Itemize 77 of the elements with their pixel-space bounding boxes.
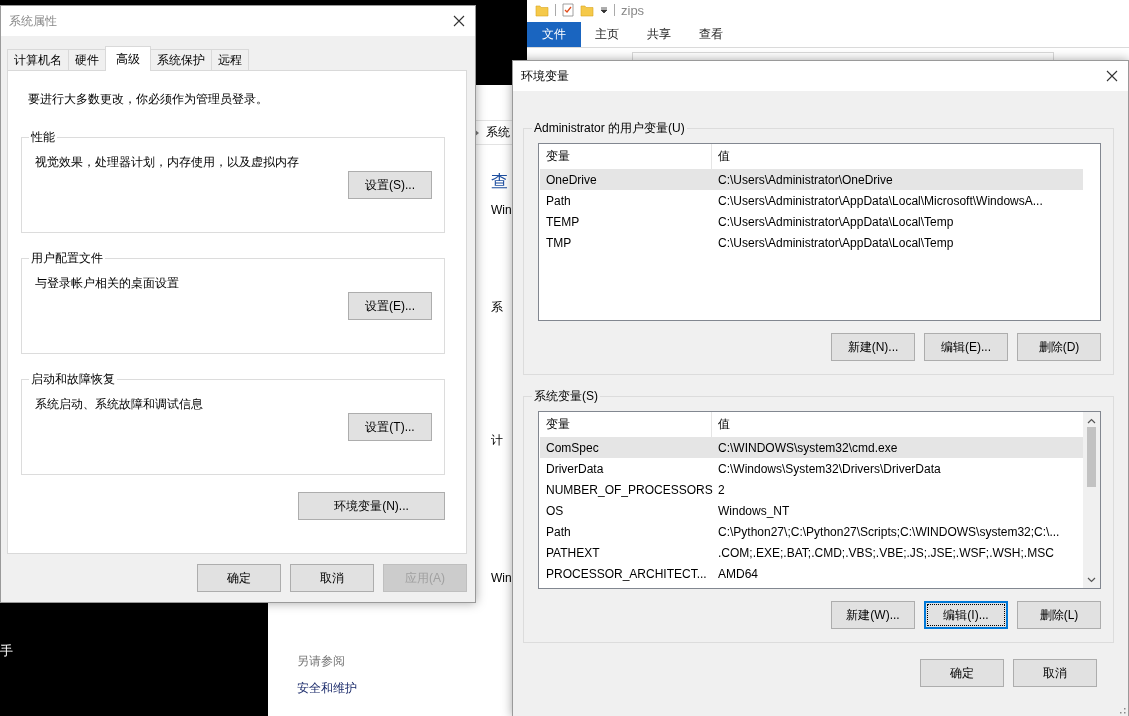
variable-value: Windows_NT [717, 503, 790, 518]
variable-name: Path [545, 193, 572, 208]
tab[interactable]: 高级 [105, 46, 151, 71]
group-title: 用户配置文件 [30, 250, 104, 267]
variable-row[interactable]: DriverData C:\Windows\System32\Drivers\DriverData [540, 458, 1083, 479]
column-header[interactable]: 值 [712, 148, 730, 165]
window-title: zips [621, 2, 645, 18]
variable-name: NUMBER_OF_PROCESSORS [545, 482, 712, 497]
variable-row[interactable]: TMP C:\Users\Administrator\AppData\Local\Temp [540, 232, 1083, 253]
settings-button[interactable]: 设置(E)... [348, 292, 432, 320]
section-label: Win [491, 203, 512, 217]
dialog-button[interactable]: 新建(W)... [831, 601, 915, 629]
variable-value: 2 [717, 482, 725, 497]
window-title: 环境变量 [521, 67, 569, 85]
variable-row[interactable]: TEMP C:\Users\Administrator\AppData\Local\Temp [540, 211, 1083, 232]
ribbon-tab[interactable]: 主页 [581, 22, 633, 47]
variable-name: TEMP [545, 214, 581, 229]
ribbon-tab[interactable]: 查看 [685, 22, 737, 47]
group-title: Administrator 的用户变量(U) [533, 120, 686, 137]
section-label: 计 [491, 432, 504, 449]
ribbon-tab[interactable]: 文件 [527, 22, 581, 47]
variable-name: PROCESSOR_ARCHITECT... [545, 566, 708, 581]
dialog-button[interactable]: 确定 [197, 564, 281, 592]
terminal-text: 手 [0, 643, 13, 658]
settings-button[interactable]: 设置(T)... [348, 413, 432, 441]
variable-name: OneDrive [545, 172, 598, 187]
section-label: 系 [491, 299, 504, 316]
group-description: 系统启动、系统故障和调试信息 [35, 396, 204, 413]
variable-name: PATHEXT [545, 545, 601, 560]
group-description: 与登录帐户相关的桌面设置 [35, 275, 180, 292]
variable-name: DriverData [545, 461, 605, 476]
group-title: 启动和故障恢复 [30, 371, 116, 388]
dialog-button[interactable]: 新建(N)... [831, 333, 915, 361]
variable-value: C:\Python27\;C:\Python27\Scripts;C:\WINDOWS\system32;C:\... [717, 524, 1060, 539]
dialog-button[interactable]: 删除(L) [1017, 601, 1101, 629]
variable-name: OS [545, 503, 565, 518]
variable-row[interactable]: NUMBER_OF_PROCESSORS 2 [540, 479, 1083, 500]
page-heading: 查 [491, 171, 509, 193]
group-title: 系统变量(S) [533, 388, 599, 405]
column-header[interactable]: 值 [712, 416, 730, 433]
variable-row[interactable]: PATHEXT .COM;.EXE;.BAT;.CMD;.VBS;.VBE;.JS;.JSE;.WSF;.WSH;.MSC [540, 542, 1083, 563]
variable-row[interactable]: OneDrive C:\Users\Administrator\OneDrive [540, 169, 1083, 190]
variable-name: ComSpec [545, 440, 600, 455]
breadcrumb[interactable]: 系统 [486, 124, 510, 141]
settings-button[interactable]: 设置(S)... [348, 171, 432, 199]
tab[interactable]: 远程 [211, 49, 249, 70]
notice-text: 要进行大多数更改，你必须作为管理员登录。 [27, 91, 269, 108]
variable-value: .COM;.EXE;.BAT;.CMD;.VBS;.VBE;.JS;.JSE;.WSF;.WSH;.MSC [717, 545, 1054, 560]
variable-value: C:\Users\Administrator\AppData\Local\Temp [717, 235, 954, 250]
variable-name: Path [545, 524, 572, 539]
variable-value: C:\Users\Administrator\OneDrive [717, 172, 893, 187]
dialog-button[interactable]: 编辑(I)... [924, 601, 1008, 629]
variable-value: C:\Users\Administrator\AppData\Local\Temp [717, 214, 954, 229]
dialog-button[interactable]: 取消 [1013, 659, 1097, 687]
window-title: 系统属性 [9, 12, 57, 30]
see-also-link[interactable]: 安全和维护 [297, 680, 512, 697]
dialog-button[interactable]: 删除(D) [1017, 333, 1101, 361]
tab[interactable]: 计算机名 [7, 49, 69, 70]
group-description: 视觉效果，处理器计划，内存使用，以及虚拟内存 [35, 154, 300, 171]
see-also-title: 另请参阅 [297, 653, 346, 670]
variable-value: C:\Users\Administrator\AppData\Local\Microsoft\WindowsA... [717, 193, 1043, 208]
variable-row[interactable]: Path C:\Python27\;C:\Python27\Scripts;C:\WINDOWS\system32;C:\... [540, 521, 1083, 542]
variable-row[interactable]: ComSpec C:\WINDOWS\system32\cmd.exe [540, 437, 1083, 458]
variable-row[interactable]: OS Windows_NT [540, 500, 1083, 521]
environment-variables-button[interactable]: 环境变量(N)... [298, 492, 445, 520]
variable-value: C:\WINDOWS\system32\cmd.exe [717, 440, 898, 455]
variable-row[interactable]: Path C:\Users\Administrator\AppData\Local\Microsoft\WindowsA... [540, 190, 1083, 211]
group-title: 性能 [30, 129, 56, 146]
dialog-button[interactable]: 取消 [290, 564, 374, 592]
dialog-button[interactable]: 确定 [920, 659, 1004, 687]
section-label: Win [491, 571, 512, 585]
variable-value: C:\Windows\System32\Drivers\DriverData [717, 461, 941, 476]
dialog-button[interactable]: 编辑(E)... [924, 333, 1008, 361]
variable-row[interactable]: PROCESSOR_ARCHITECT... AMD64 [540, 563, 1083, 584]
variable-value: AMD64 [717, 566, 758, 581]
variable-name: TMP [545, 235, 573, 250]
ribbon-tab[interactable]: 共享 [633, 22, 685, 47]
